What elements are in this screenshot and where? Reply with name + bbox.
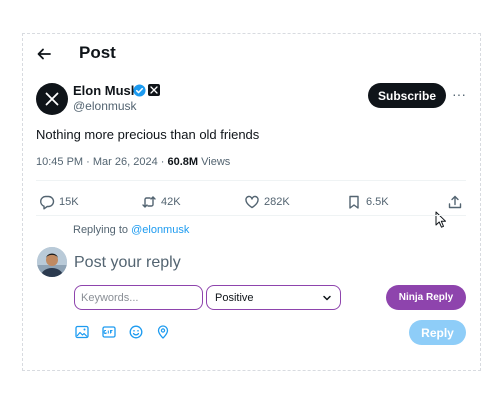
ninja-reply-button[interactable]: Ninja Reply [386,285,466,310]
replying-to: Replying to @elonmusk [73,224,189,236]
post-text: Nothing more precious than old friends [36,127,260,142]
reply-action[interactable]: 15K [39,194,79,210]
sentiment-value: Positive [215,291,254,304]
comment-icon [40,195,55,210]
repost-count: 42K [161,196,181,208]
author-avatar[interactable] [36,83,68,115]
author-handle[interactable]: @elonmusk [73,99,137,113]
heart-icon [245,195,259,209]
repost-action[interactable]: 42K [141,194,181,210]
meta-separator: · [83,156,93,168]
replying-prefix: Replying to [73,224,132,236]
chevron-down-icon [323,295,331,300]
image-icon[interactable] [75,325,89,339]
like-action[interactable]: 282K [244,194,290,210]
user-avatar[interactable] [37,247,67,277]
user-photo-icon [37,247,67,277]
more-horizontal-icon[interactable]: ··· [452,87,466,103]
mouse-cursor-icon [435,211,446,228]
arrow-left-icon[interactable] [36,46,52,62]
share-action[interactable] [447,194,463,210]
divider [36,215,466,216]
like-count: 282K [264,196,290,208]
repost-icon [142,196,156,208]
reply-count: 15K [59,196,79,208]
sentiment-select[interactable]: Positive [206,285,341,310]
verified-badge-icon [133,84,146,97]
subscribe-button[interactable]: Subscribe [368,83,446,108]
bookmark-icon [349,195,359,209]
author-name[interactable]: Elon Musk [73,83,138,98]
share-icon [448,195,462,209]
divider [36,180,466,181]
location-icon[interactable] [156,325,170,339]
views-label: Views [198,156,231,168]
gif-icon[interactable] [102,325,116,339]
x-logo-icon [150,86,158,94]
x-logo-icon [45,92,59,106]
replying-handle[interactable]: @elonmusk [131,224,189,236]
bookmark-action[interactable]: 6.5K [346,194,389,210]
page-title: Post [79,43,116,62]
reply-input[interactable]: Post your reply [74,254,181,272]
views-count: 60.8M [167,156,199,168]
emoji-icon[interactable] [129,325,143,339]
post-meta: 10:45 PM · Mar 26, 2024 · 60.8M Views [36,156,230,168]
post-date[interactable]: Mar 26, 2024 [93,156,158,168]
affiliate-x-badge[interactable] [148,84,160,96]
reply-button[interactable]: Reply [409,320,466,345]
post-time[interactable]: 10:45 PM [36,156,83,168]
bookmark-count: 6.5K [366,196,389,208]
keywords-input[interactable] [74,285,203,310]
